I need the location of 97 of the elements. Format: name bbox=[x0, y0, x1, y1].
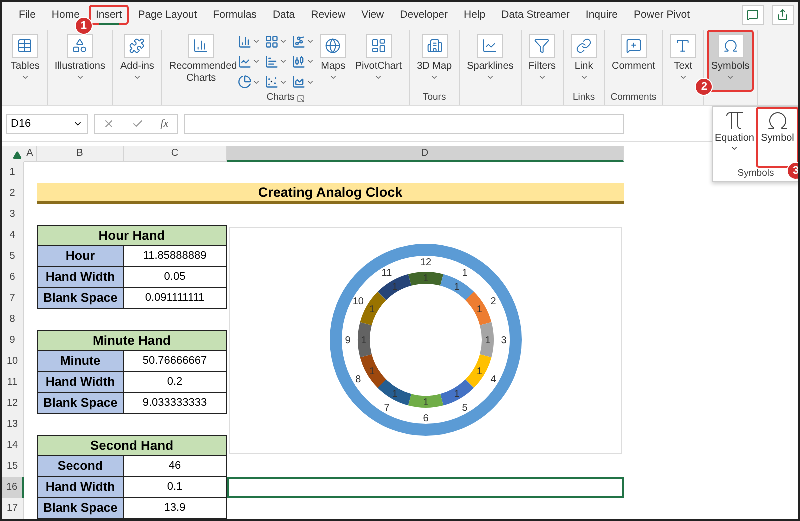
ribbon-button[interactable]: Maps bbox=[316, 30, 350, 92]
hour-label: 4 bbox=[490, 374, 496, 385]
data-label: 1 bbox=[476, 366, 482, 377]
column-header[interactable]: B bbox=[37, 146, 124, 162]
data-label: 1 bbox=[369, 366, 375, 377]
data-label: 1 bbox=[454, 388, 460, 400]
group-label: Charts bbox=[266, 92, 295, 105]
sheet-title: Creating Analog Clock bbox=[37, 183, 624, 204]
ribbon-button[interactable]: Filters bbox=[524, 30, 560, 92]
data-label: 1 bbox=[476, 304, 482, 315]
hour-label: 2 bbox=[490, 296, 496, 307]
row-label: Second bbox=[37, 456, 124, 477]
ribbon-button[interactable]: Link bbox=[567, 30, 602, 92]
data-label: 1 bbox=[422, 397, 428, 408]
table-cell: 0.2 bbox=[124, 372, 227, 393]
row-header[interactable]: 16 bbox=[2, 477, 24, 498]
menu-tab[interactable]: Developer bbox=[393, 5, 456, 25]
row-header[interactable]: 13 bbox=[2, 414, 24, 435]
menu-item[interactable]: Equation bbox=[713, 107, 756, 168]
menu-tab[interactable]: Review bbox=[304, 5, 353, 25]
row-label: Hour bbox=[37, 246, 124, 267]
row-header[interactable]: 17 bbox=[2, 498, 24, 519]
row-header[interactable]: 9 bbox=[2, 330, 24, 351]
data-label: 1 bbox=[392, 388, 398, 400]
row-label: Blank Space bbox=[37, 288, 124, 309]
ribbon-button[interactable]: Comment bbox=[608, 30, 660, 92]
row-header[interactable]: 7 bbox=[2, 288, 24, 309]
ribbon-button[interactable]: 3D Map bbox=[413, 30, 456, 92]
menu-tab[interactable]: View bbox=[354, 5, 392, 25]
row-label: Hand Width bbox=[37, 267, 124, 288]
row-header[interactable]: 10 bbox=[2, 351, 24, 372]
column-header[interactable]: C bbox=[124, 146, 227, 162]
table-cell: 0.1 bbox=[124, 477, 227, 498]
data-label: 1 bbox=[454, 281, 460, 292]
row-header[interactable]: 15 bbox=[2, 456, 24, 477]
menu-tab[interactable]: File bbox=[12, 5, 43, 25]
ribbon-button[interactable]: Tables bbox=[7, 30, 44, 92]
insert-function-button[interactable]: fx bbox=[160, 118, 169, 130]
row-header[interactable]: 8 bbox=[2, 309, 24, 330]
hour-label: 11 bbox=[381, 267, 392, 278]
hour-label: 8 bbox=[355, 374, 361, 385]
hour-label: 5 bbox=[462, 402, 468, 414]
hour-label: 7 bbox=[384, 402, 390, 414]
data-label: 1 bbox=[392, 281, 398, 292]
table-cell: 50.76666667 bbox=[124, 351, 227, 372]
row-label: Hand Width bbox=[37, 477, 124, 498]
row-header[interactable]: 3 bbox=[2, 204, 24, 225]
ribbon-button[interactable]: Sparklines bbox=[463, 30, 518, 92]
row-label: Blank Space bbox=[37, 498, 124, 519]
group-label: Comments bbox=[610, 92, 657, 105]
name-box[interactable]: D16 bbox=[6, 114, 88, 134]
hour-label: 12 bbox=[420, 257, 432, 268]
group-label: Links bbox=[572, 92, 596, 105]
ribbon-button[interactable]: Symbols bbox=[707, 30, 754, 92]
row-header[interactable]: 2 bbox=[2, 183, 24, 204]
row-header[interactable]: 14 bbox=[2, 435, 24, 456]
column-header[interactable]: D bbox=[227, 146, 624, 162]
row-header[interactable]: 6 bbox=[2, 267, 24, 288]
hour-label: 3 bbox=[500, 335, 506, 346]
group-label: Tours bbox=[422, 92, 446, 105]
table-cell: 9.033333333 bbox=[124, 393, 227, 414]
column-header[interactable]: A bbox=[24, 146, 37, 162]
row-label: Blank Space bbox=[37, 393, 124, 414]
row-label: Minute bbox=[37, 351, 124, 372]
row-header[interactable]: 12 bbox=[2, 393, 24, 414]
row-header[interactable]: 1 bbox=[2, 162, 24, 183]
table-cell: 13.9 bbox=[124, 498, 227, 519]
ribbon-button[interactable]: PivotChart bbox=[351, 30, 406, 92]
table-cell: 0.05 bbox=[124, 267, 227, 288]
ribbon-button[interactable]: Add-ins bbox=[116, 30, 158, 92]
hour-label: 9 bbox=[344, 335, 350, 346]
step-badge: 2 bbox=[695, 78, 714, 96]
menu-tab[interactable]: Data bbox=[266, 5, 302, 25]
hour-label: 10 bbox=[352, 296, 364, 307]
row-header[interactable]: 5 bbox=[2, 246, 24, 267]
ribbon-button[interactable]: Recommended Charts bbox=[165, 30, 238, 92]
menu-tab[interactable]: Data Streamer bbox=[494, 5, 577, 25]
step-badge: 1 bbox=[74, 17, 93, 35]
menu-tab[interactable]: Page Layout bbox=[131, 5, 204, 25]
menu-tab[interactable]: Help bbox=[457, 5, 493, 25]
table-header: Second Hand bbox=[37, 435, 227, 456]
table-cell: 46 bbox=[124, 456, 227, 477]
table-header: Hour Hand bbox=[37, 225, 227, 246]
row-label: Hand Width bbox=[37, 372, 124, 393]
table-cell: 0.091111111 bbox=[124, 288, 227, 309]
menu-tab[interactable]: Power Pivot bbox=[627, 5, 698, 25]
table-header: Minute Hand bbox=[37, 330, 227, 351]
data-label: 1 bbox=[484, 335, 490, 346]
menu-tab[interactable]: Formulas bbox=[206, 5, 264, 25]
hour-label: 6 bbox=[422, 413, 428, 424]
menu-tab[interactable]: Inquire bbox=[578, 5, 626, 25]
row-header[interactable]: 4 bbox=[2, 225, 24, 246]
group-label: Symbols bbox=[738, 168, 774, 181]
data-label: 1 bbox=[369, 304, 375, 315]
table-cell: 11.85888889 bbox=[124, 246, 227, 267]
row-header[interactable]: 11 bbox=[2, 372, 24, 393]
hour-label: 1 bbox=[462, 267, 468, 278]
